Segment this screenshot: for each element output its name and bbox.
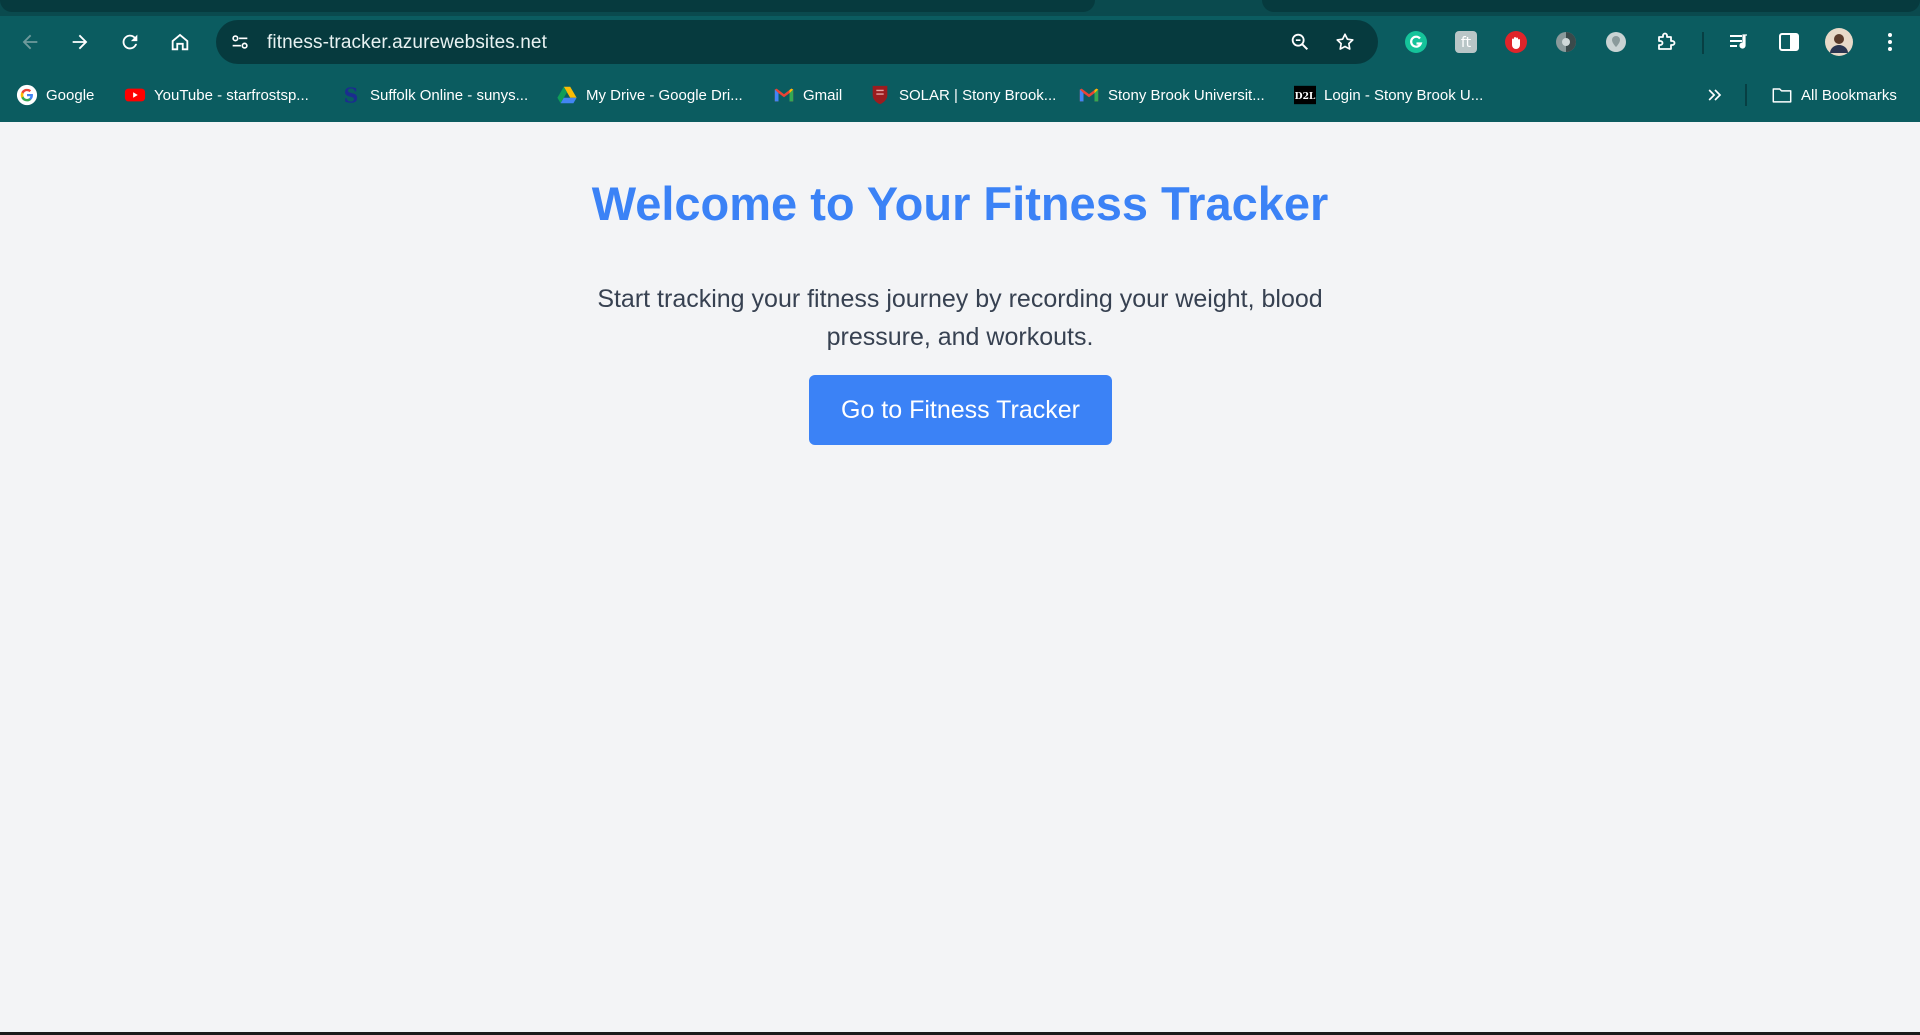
address-bar[interactable]: fitness-tracker.azurewebsites.net bbox=[216, 20, 1378, 64]
bookmark-label: SOLAR | Stony Brook... bbox=[899, 86, 1057, 104]
page-content: Welcome to Your Fitness Tracker Start tr… bbox=[0, 122, 1920, 1035]
extension-location-icon[interactable] bbox=[1602, 28, 1630, 56]
site-info-icon[interactable] bbox=[226, 28, 254, 56]
media-controls-icon[interactable] bbox=[1725, 28, 1753, 56]
bookmark-label: Suffolk Online - sunys... bbox=[370, 86, 529, 104]
bookmarks-divider bbox=[1745, 84, 1747, 106]
gmail-icon bbox=[773, 84, 795, 106]
suffolk-icon: S bbox=[340, 84, 362, 106]
bookmark-stony-brook-mail[interactable]: Stony Brook Universit... bbox=[1078, 81, 1265, 109]
bookmark-label: My Drive - Google Dri... bbox=[586, 86, 743, 104]
gmail-icon bbox=[1078, 84, 1100, 106]
block-site-extension-icon[interactable] bbox=[1502, 28, 1530, 56]
home-icon bbox=[171, 33, 189, 51]
side-panel-icon[interactable] bbox=[1775, 28, 1803, 56]
stony-brook-shield-icon bbox=[869, 84, 891, 106]
svg-text:ft: ft bbox=[1461, 35, 1472, 51]
all-bookmarks-label: All Bookmarks bbox=[1801, 86, 1897, 104]
browser-toolbar: fitness-tracker.azurewebsites.net ft bbox=[0, 16, 1920, 68]
d2l-logo-text: D2L bbox=[1295, 91, 1316, 102]
inactive-tab-area[interactable] bbox=[0, 0, 1095, 12]
intro-text: Start tracking your fitness journey by r… bbox=[597, 285, 1323, 351]
bookmarks-bar: Google YouTube - starfrostsp... S Suffol… bbox=[0, 68, 1920, 122]
zoom-icon[interactable] bbox=[1287, 29, 1313, 55]
bookmarks-overflow-button[interactable] bbox=[1704, 81, 1726, 109]
youtube-icon bbox=[124, 84, 146, 106]
bookmark-google[interactable]: Google bbox=[16, 81, 94, 109]
url-text[interactable]: fitness-tracker.azurewebsites.net bbox=[267, 32, 547, 54]
toolbar-divider bbox=[1702, 32, 1704, 54]
bookmark-gmail[interactable]: Gmail bbox=[773, 81, 842, 109]
bookmark-star-icon[interactable] bbox=[1332, 29, 1358, 55]
grammarly-extension-icon[interactable] bbox=[1402, 28, 1430, 56]
bookmark-label: Stony Brook Universit... bbox=[1108, 86, 1265, 104]
home-button[interactable] bbox=[164, 26, 196, 58]
bookmark-label: Gmail bbox=[803, 86, 843, 104]
bookmark-d2l-login[interactable]: D2L Login - Stony Brook U... bbox=[1294, 81, 1483, 109]
bookmark-label: Login - Stony Brook U... bbox=[1324, 86, 1484, 104]
go-to-fitness-tracker-button[interactable]: Go to Fitness Tracker bbox=[809, 375, 1112, 445]
reload-button[interactable] bbox=[114, 26, 146, 58]
back-button[interactable] bbox=[14, 26, 46, 58]
all-bookmarks-button[interactable]: All Bookmarks bbox=[1771, 81, 1897, 109]
extension-translate-icon[interactable]: ft bbox=[1452, 28, 1480, 56]
forward-arrow-icon bbox=[72, 34, 88, 50]
bookmark-suffolk[interactable]: S Suffolk Online - sunys... bbox=[340, 81, 528, 109]
double-chevron-right-icon bbox=[1704, 84, 1726, 106]
profile-avatar-icon[interactable] bbox=[1825, 28, 1853, 56]
google-drive-icon bbox=[556, 84, 578, 106]
back-arrow-icon bbox=[22, 34, 38, 50]
svg-text:S: S bbox=[344, 84, 359, 106]
bookmark-label: YouTube - starfrostsp... bbox=[154, 86, 309, 104]
bookmark-label: Google bbox=[46, 86, 95, 104]
menu-kebab-icon[interactable] bbox=[1876, 28, 1904, 56]
bookmark-solar[interactable]: SOLAR | Stony Brook... bbox=[869, 81, 1056, 109]
tab-strip bbox=[0, 0, 1920, 16]
bookmark-google-drive[interactable]: My Drive - Google Dri... bbox=[556, 81, 743, 109]
page-title: Welcome to Your Fitness Tracker bbox=[591, 177, 1329, 230]
forward-button[interactable] bbox=[64, 26, 96, 58]
bookmark-youtube[interactable]: YouTube - starfrostsp... bbox=[124, 81, 309, 109]
inactive-tab-area-right[interactable] bbox=[1262, 0, 1920, 12]
folder-icon bbox=[1771, 84, 1793, 106]
google-icon bbox=[16, 84, 38, 106]
reload-icon bbox=[122, 34, 138, 50]
d2l-icon: D2L bbox=[1294, 84, 1316, 106]
extensions-puzzle-icon[interactable] bbox=[1652, 28, 1680, 56]
extension-dark-icon[interactable] bbox=[1552, 28, 1580, 56]
